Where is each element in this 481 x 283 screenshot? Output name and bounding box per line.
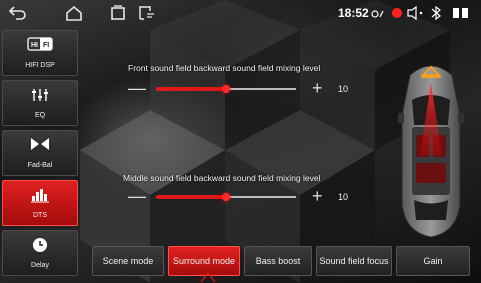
status-bar: 18:52 — [0, 0, 481, 26]
volume-icon — [406, 5, 426, 21]
fader-balance-icon — [3, 137, 77, 155]
mode-tabs: Scene mode Surround mode Bass boost Soun… — [92, 246, 470, 276]
tab-scene-mode[interactable]: Scene mode — [92, 246, 164, 276]
sidebar-item-label: EQ — [34, 112, 46, 119]
tab-gain[interactable]: Gain — [396, 246, 470, 276]
sidebar: HI FI HIFI DSP EQ Fad-Bal DTS Delay — [0, 30, 82, 283]
clock: 18:52 — [338, 6, 369, 20]
front-mix-level-slider: — + 10 — [126, 79, 366, 98]
slider-track[interactable] — [156, 193, 296, 201]
svg-text:HI: HI — [31, 42, 38, 49]
signal-icon — [370, 5, 386, 21]
sidebar-item-label: DTS — [33, 212, 47, 219]
tab-bass-boost[interactable]: Bass boost — [244, 246, 312, 276]
recent-apps-icon[interactable] — [108, 4, 128, 22]
sidebar-item-label: Fad-Bal — [27, 162, 53, 169]
sidebar-item-dts[interactable]: DTS — [2, 180, 78, 226]
slider-value: 10 — [338, 84, 349, 94]
clock-icon — [3, 237, 77, 255]
increase-button[interactable]: + — [312, 187, 323, 205]
eq-sliders-icon — [3, 87, 77, 105]
middle-mix-level-label: Middle sound field backward sound field … — [123, 173, 321, 183]
slider-value: 10 — [338, 192, 349, 202]
increase-button[interactable]: + — [312, 79, 323, 97]
slider-knob[interactable] — [222, 85, 230, 93]
car-top-view — [398, 65, 464, 238]
slider-fill — [156, 195, 226, 199]
sidebar-item-fad-bal[interactable]: Fad-Bal — [2, 130, 78, 176]
middle-mix-level-slider: — + 10 — [126, 187, 366, 206]
sidebar-item-eq[interactable]: EQ — [2, 80, 78, 126]
sidebar-item-label: Delay — [31, 262, 49, 269]
battery-icon — [452, 5, 470, 21]
slider-knob[interactable] — [222, 193, 230, 201]
back-arrow-icon[interactable] — [8, 4, 28, 22]
slider-track[interactable] — [156, 85, 296, 93]
dts-bars-icon — [3, 187, 77, 205]
slider-fill — [156, 87, 226, 91]
decrease-button[interactable]: — — [128, 79, 146, 97]
svg-text:FI: FI — [43, 42, 49, 49]
front-mix-level-label: Front sound field backward sound field m… — [128, 63, 321, 73]
sidebar-item-delay[interactable]: Delay — [2, 230, 78, 276]
home-icon[interactable] — [64, 4, 84, 22]
tab-sound-field-focus[interactable]: Sound field focus — [316, 246, 392, 276]
sidebar-item-label: HIFI DSP — [25, 62, 55, 69]
hifi-icon: HI FI — [3, 37, 77, 55]
pointer-cursor-icon — [200, 272, 216, 283]
record-dot-icon — [391, 5, 403, 21]
cast-icon[interactable] — [136, 4, 156, 22]
sidebar-item-hifi-dsp[interactable]: HI FI HIFI DSP — [2, 30, 78, 76]
decrease-button[interactable]: — — [128, 187, 146, 205]
bluetooth-icon — [430, 5, 442, 21]
sound-field-marker-icon — [421, 67, 441, 79]
